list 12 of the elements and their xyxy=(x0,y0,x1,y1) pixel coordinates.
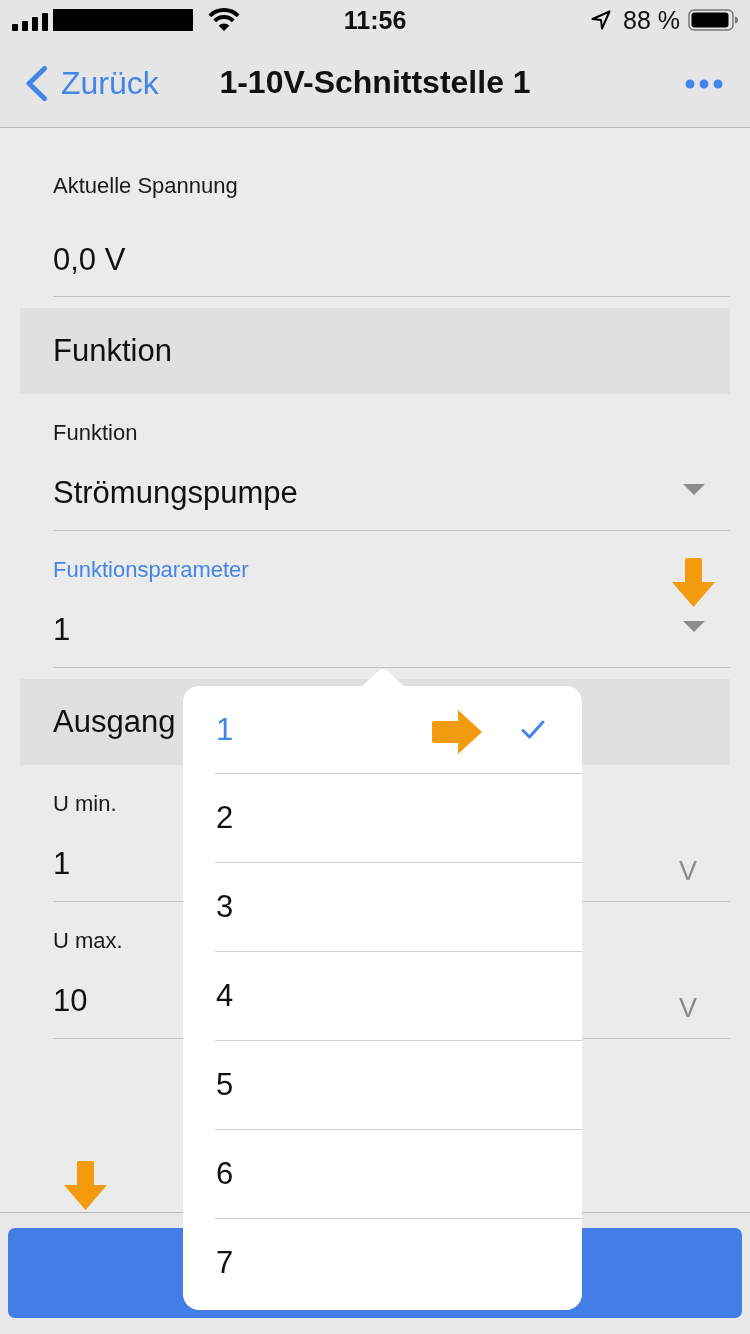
screen-title: 1-10V-Schnittstelle 1 xyxy=(219,64,531,101)
status-time: 11:56 xyxy=(343,5,407,35)
reading-value: 0,0 V xyxy=(53,241,126,279)
unit-label: V xyxy=(679,855,697,887)
field-label: Aktuelle Spannung xyxy=(53,172,238,200)
field-label: U min. xyxy=(53,790,117,818)
battery-percentage: 88 % xyxy=(623,5,680,35)
field-label: Funktionsparameter xyxy=(53,556,249,584)
field-label: U max. xyxy=(53,927,123,955)
field-label: Funktion xyxy=(53,419,138,447)
section-header: Funktion xyxy=(20,308,730,394)
unit-label: V xyxy=(679,992,697,1024)
